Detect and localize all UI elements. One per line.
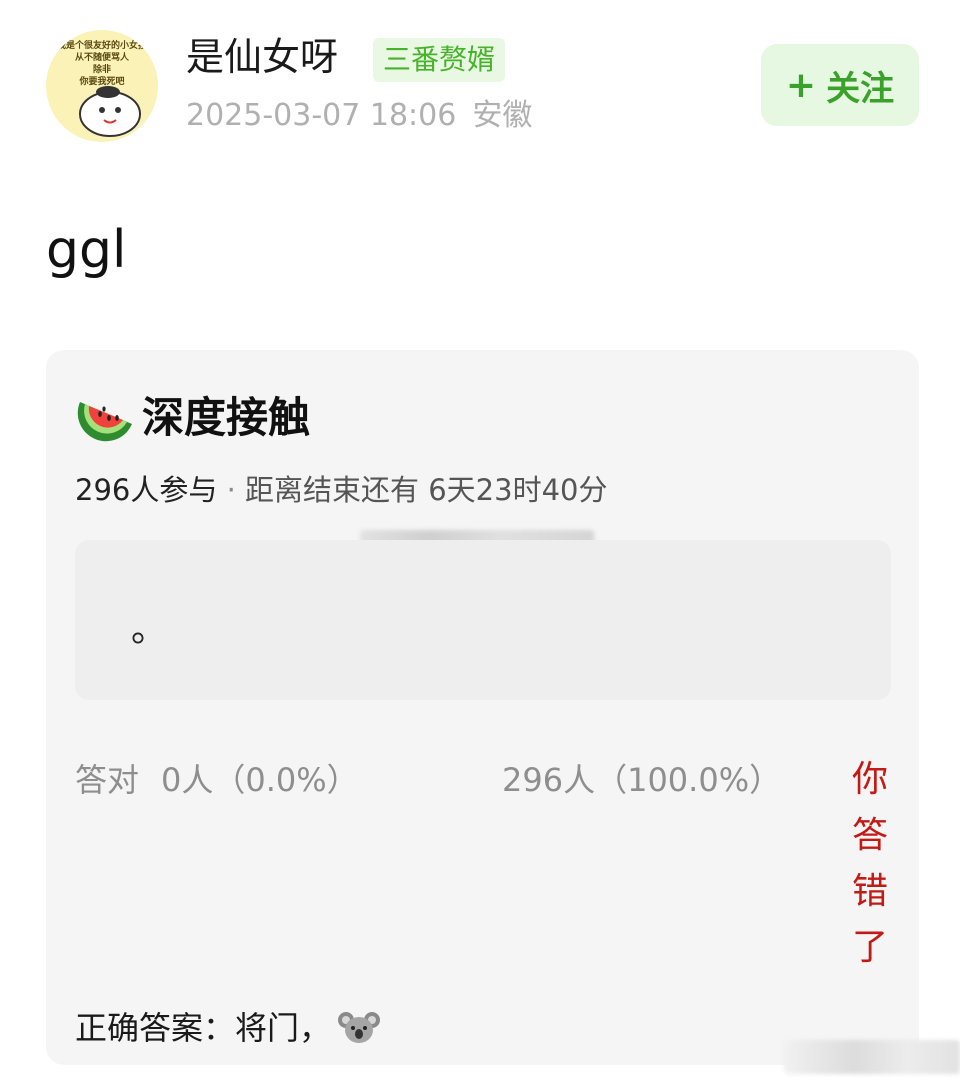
wrong-count: 296人（100.0%） [502,761,782,799]
username[interactable]: 是仙女呀 [186,32,338,82]
quiz-card[interactable]: 深度接触 296人参与 · 距离结束还有 6天23时40分 。 答对 0人（0.0… [46,350,919,1065]
fan-badge[interactable]: 三番赘婿 [373,38,506,82]
post-location: 安徽 [472,98,533,133]
koala-icon [338,1012,381,1043]
correct-stats: 答对 0人（0.0%） [75,758,359,802]
wrong-tag-char: 错 [851,871,888,912]
time-remaining: 距离结束还有 6天23时40分 [245,473,608,507]
avatar[interactable]: 我是个很友好的小女孩 从不随便骂人 除非 你要我死吧 [46,30,158,142]
correct-answer: 正确答案：将门， [75,1006,381,1050]
quiz-option[interactable]: 。 [75,540,891,700]
participant-count: 296人参与 [75,473,218,507]
wrong-tag-char: 答 [851,815,888,856]
post-meta: 2025-03-07 18:06 安徽 [186,94,532,138]
wrong-answer-tag: 你 答 错 了 [850,752,890,976]
stats-separator: · [217,473,246,507]
follow-label: 关注 [826,68,895,109]
plus-icon: + [785,64,817,106]
avatar-caption: 我是个很友好的小女孩 从不随便骂人 除非 你要我死吧 [46,40,158,88]
quiz-title: 深度接触 [142,392,311,442]
post-body-text: ggl [46,220,127,280]
correct-label: 答对 [75,761,140,799]
watermark [784,1040,960,1074]
correct-count: 0人（0.0%） [161,761,359,799]
quiz-stats: 296人参与 · 距离结束还有 6天23时40分 [75,470,608,510]
answer-text: 正确答案：将门， [75,1009,332,1047]
wrong-tag-char: 了 [851,927,888,968]
quiz-title-row: 深度接触 [76,384,310,444]
watermelon-icon [77,402,132,442]
wrong-tag-char: 你 [851,759,888,800]
avatar-caption-text: 我是个很友好的小女孩 从不随便骂人 除非 你要我死吧 [56,41,147,87]
follow-button[interactable]: + 关注 [761,44,919,126]
option-text: 。 [131,609,168,650]
post-date: 2025-03-07 18:06 [186,98,457,133]
